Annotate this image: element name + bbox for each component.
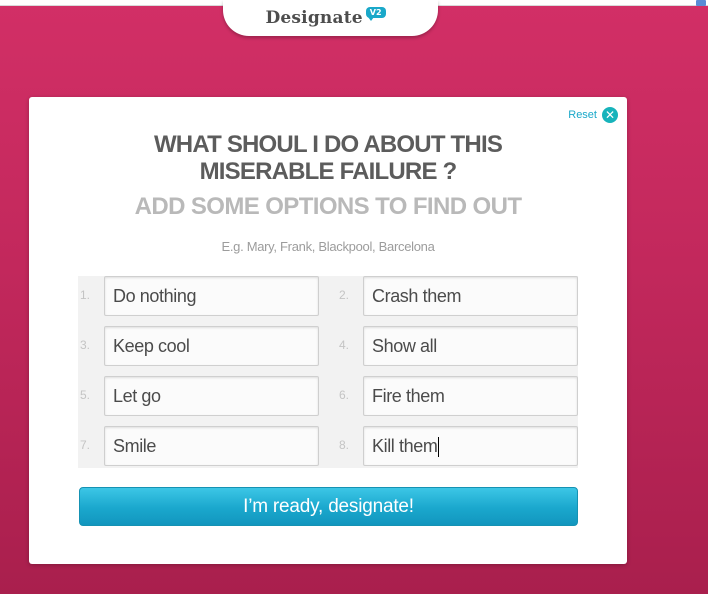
reset-button[interactable]: Reset ✕ [568, 107, 618, 123]
option-row-2: 2. Crash them [337, 276, 587, 316]
app-logo-text: Designate [265, 8, 363, 28]
option-input[interactable]: Show all [363, 326, 578, 366]
version-badge: V2 [365, 7, 386, 21]
designate-button[interactable]: I’m ready, designate! [79, 487, 578, 526]
logo-tab[interactable]: Designate V2 [223, 0, 438, 36]
option-input[interactable]: Fire them [363, 376, 578, 416]
example-hint: E.g. Mary, Frank, Blackpool, Barcelona [221, 239, 435, 254]
question-heading: WHAT SHOUL I DO ABOUT THIS MISERABLE FAI… [29, 131, 627, 185]
reset-label[interactable]: Reset [568, 109, 597, 121]
option-number: 7. [80, 438, 91, 452]
option-number: 6. [339, 388, 350, 402]
option-number: 2. [339, 288, 350, 302]
option-input[interactable]: Keep cool [104, 326, 319, 366]
option-number: 5. [80, 388, 91, 402]
window-corner-icon [696, 0, 706, 6]
subtitle-heading: ADD SOME OPTIONS TO FIND OUT [134, 193, 522, 220]
option-number: 3. [80, 338, 91, 352]
option-input[interactable]: Crash them [363, 276, 578, 316]
close-icon[interactable]: ✕ [602, 107, 618, 123]
option-row-7: 7. Smile [78, 426, 328, 466]
option-input[interactable]: Do nothing [104, 276, 319, 316]
option-row-8: 8. Kill them [337, 426, 587, 466]
option-input-text: Kill them [372, 436, 438, 456]
option-row-3: 3. Keep cool [78, 326, 328, 366]
option-number: 1. [80, 288, 91, 302]
text-caret [438, 437, 440, 458]
option-input-focused[interactable]: Kill them [363, 426, 578, 466]
option-input[interactable]: Let go [104, 376, 319, 416]
option-row-5: 5. Let go [78, 376, 328, 416]
question-text: WHAT SHOUL I DO ABOUT THIS MISERABLE FAI… [153, 131, 503, 185]
option-number: 8. [339, 438, 350, 452]
option-row-1: 1. Do nothing [78, 276, 328, 316]
option-number: 4. [339, 338, 350, 352]
options-grid: 1. Do nothing 2. Crash them 3. Keep cool… [78, 276, 578, 468]
option-input[interactable]: Smile [104, 426, 319, 466]
option-row-4: 4. Show all [337, 326, 587, 366]
option-row-6: 6. Fire them [337, 376, 587, 416]
options-card: Reset ✕ WHAT SHOUL I DO ABOUT THIS MISER… [29, 97, 627, 564]
